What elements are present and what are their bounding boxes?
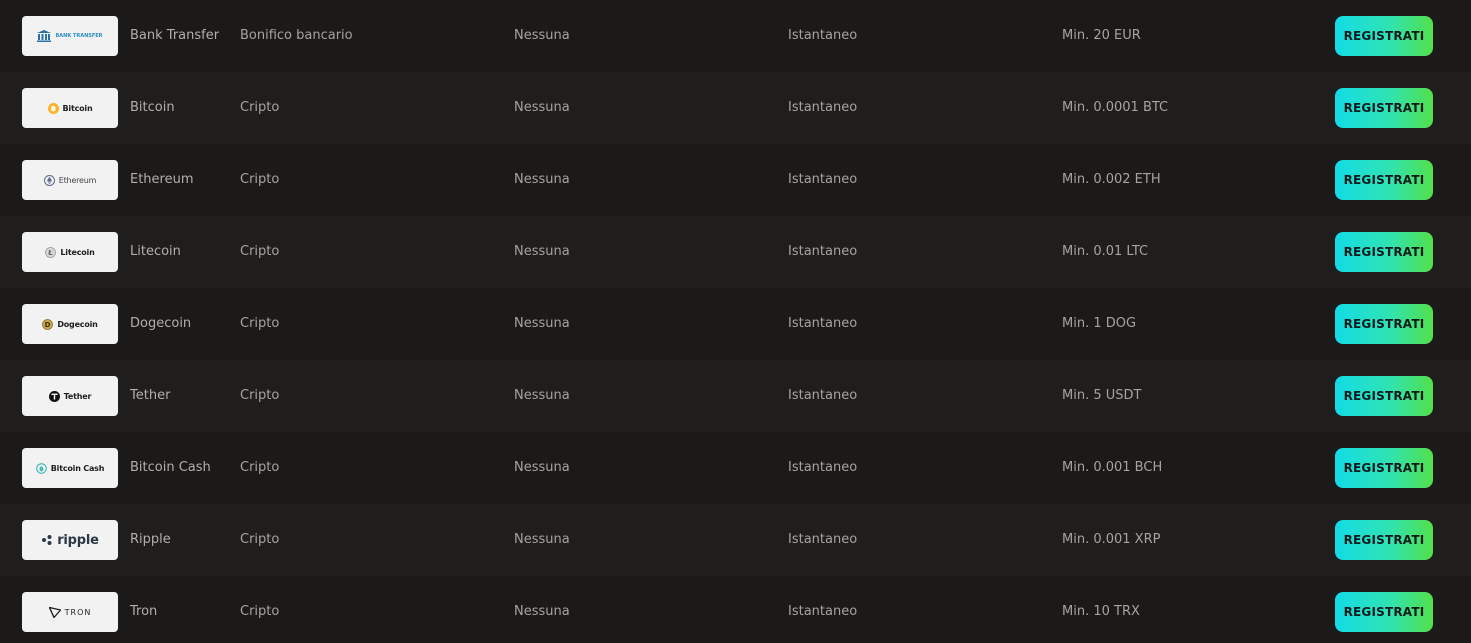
method-fee: Nessuna (514, 460, 570, 475)
bitcoin-cash-icon: ฿ (35, 462, 47, 474)
dogecoin-icon: D (42, 318, 54, 330)
logo-label: Bitcoin Cash (50, 463, 105, 473)
method-minimum: Min. 0.001 XRP (1062, 532, 1161, 547)
logo-label: Bitcoin (62, 103, 93, 113)
table-row: ripple Ripple Cripto Nessuna Istantaneo … (0, 504, 1471, 576)
logo-label: Dogecoin (57, 319, 98, 329)
method-time: Istantaneo (788, 532, 858, 547)
svg-text:D: D (45, 321, 51, 329)
method-time: Istantaneo (788, 604, 858, 619)
method-type: Cripto (240, 244, 280, 259)
ethereum-icon (43, 174, 55, 186)
method-type: Cripto (240, 532, 280, 547)
method-fee: Nessuna (514, 172, 570, 187)
bitcoin-logo: ฿ Bitcoin (22, 88, 118, 128)
method-time: Istantaneo (788, 316, 858, 331)
tether-logo: Tether (22, 376, 118, 416)
method-type: Cripto (240, 604, 280, 619)
method-time: Istantaneo (788, 460, 858, 475)
method-time: Istantaneo (788, 244, 858, 259)
register-button[interactable]: REGISTRATI (1335, 160, 1433, 200)
register-button[interactable]: REGISTRATI (1335, 592, 1433, 632)
ripple-icon (42, 535, 52, 545)
method-type: Cripto (240, 388, 280, 403)
method-name: Dogecoin (130, 316, 192, 331)
method-minimum: Min. 0.002 ETH (1062, 172, 1161, 187)
method-time: Istantaneo (788, 172, 858, 187)
logo-label: TRON (64, 607, 92, 617)
register-button[interactable]: REGISTRATI (1335, 376, 1433, 416)
method-minimum: Min. 0.01 LTC (1062, 244, 1149, 259)
method-fee: Nessuna (514, 532, 570, 547)
tron-icon (48, 606, 61, 618)
logo-label: ripple (57, 532, 99, 548)
method-fee: Nessuna (514, 244, 570, 259)
method-minimum: Min. 0.001 BCH (1062, 460, 1163, 475)
method-name: Ethereum (130, 172, 194, 187)
register-button[interactable]: REGISTRATI (1335, 88, 1433, 128)
bank-icon (37, 30, 52, 42)
register-button[interactable]: REGISTRATI (1335, 448, 1433, 488)
table-row: ฿ Bitcoin Cash Bitcoin Cash Cripto Nessu… (0, 432, 1471, 504)
method-fee: Nessuna (514, 28, 570, 43)
logo-label: BANK TRANSFER (55, 32, 103, 39)
table-row: ฿ Bitcoin Bitcoin Cripto Nessuna Istanta… (0, 72, 1471, 144)
table-row: Ethereum Ethereum Cripto Nessuna Istanta… (0, 144, 1471, 216)
method-minimum: Min. 1 DOG (1062, 316, 1137, 331)
method-time: Istantaneo (788, 100, 858, 115)
bank-transfer-logo: BANK TRANSFER (22, 16, 118, 56)
tron-logo: TRON (22, 592, 118, 632)
method-fee: Nessuna (514, 604, 570, 619)
method-minimum: Min. 10 TRX (1062, 604, 1140, 619)
bitcoin-cash-logo: ฿ Bitcoin Cash (22, 448, 118, 488)
svg-text:฿: ฿ (39, 465, 44, 473)
method-name: Tron (130, 604, 158, 619)
tether-icon (48, 390, 60, 402)
bitcoin-icon: ฿ (47, 102, 59, 114)
register-button[interactable]: REGISTRATI (1335, 520, 1433, 560)
method-time: Istantaneo (788, 388, 858, 403)
method-type: Cripto (240, 316, 280, 331)
method-fee: Nessuna (514, 388, 570, 403)
logo-label: Ethereum (58, 175, 97, 185)
register-button[interactable]: REGISTRATI (1335, 16, 1433, 56)
method-name: Tether (130, 388, 171, 403)
register-button[interactable]: REGISTRATI (1335, 304, 1433, 344)
method-type: Cripto (240, 460, 280, 475)
ripple-logo: ripple (22, 520, 118, 560)
method-type: Cripto (240, 172, 280, 187)
method-name: Bitcoin Cash (130, 460, 211, 475)
litecoin-logo: Ł Litecoin (22, 232, 118, 272)
method-name: Litecoin (130, 244, 181, 259)
method-name: Bank Transfer (130, 28, 220, 43)
svg-text:฿: ฿ (50, 104, 55, 113)
dogecoin-logo: D Dogecoin (22, 304, 118, 344)
logo-label: Litecoin (60, 247, 95, 257)
payment-methods-table: BANK TRANSFER Bank Transfer Bonifico ban… (0, 0, 1471, 643)
svg-text:Ł: Ł (48, 249, 54, 257)
method-time: Istantaneo (788, 28, 858, 43)
table-row: TRON Tron Cripto Nessuna Istantaneo Min.… (0, 576, 1471, 643)
method-name: Ripple (130, 532, 171, 547)
table-row: D Dogecoin Dogecoin Cripto Nessuna Istan… (0, 288, 1471, 360)
method-minimum: Min. 0.0001 BTC (1062, 100, 1169, 115)
method-minimum: Min. 5 USDT (1062, 388, 1142, 403)
method-type: Bonifico bancario (240, 28, 353, 43)
method-name: Bitcoin (130, 100, 175, 115)
table-row: Ł Litecoin Litecoin Cripto Nessuna Istan… (0, 216, 1471, 288)
table-row: Tether Tether Cripto Nessuna Istantaneo … (0, 360, 1471, 432)
method-type: Cripto (240, 100, 280, 115)
method-fee: Nessuna (514, 316, 570, 331)
litecoin-icon: Ł (45, 246, 57, 258)
ethereum-logo: Ethereum (22, 160, 118, 200)
register-button[interactable]: REGISTRATI (1335, 232, 1433, 272)
method-fee: Nessuna (514, 100, 570, 115)
logo-label: Tether (63, 391, 92, 401)
table-row: BANK TRANSFER Bank Transfer Bonifico ban… (0, 0, 1471, 72)
method-minimum: Min. 20 EUR (1062, 28, 1141, 43)
